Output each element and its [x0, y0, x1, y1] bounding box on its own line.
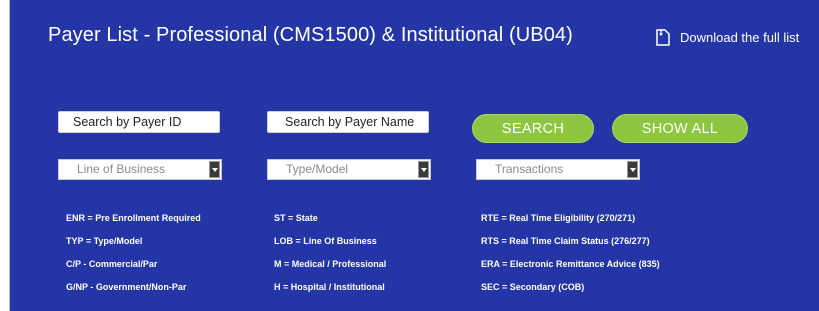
line-of-business-select-value: Line of Business [77, 162, 166, 176]
payer-id-search-input[interactable] [58, 111, 220, 133]
transactions-select-value: Transactions [495, 162, 564, 176]
legend-item: SEC = Secondary (COB) [481, 282, 585, 292]
legend-item: ST = State [274, 213, 318, 223]
transactions-select[interactable]: Transactions [476, 159, 640, 180]
chevron-down-icon[interactable] [627, 161, 638, 178]
legend-column-3: RTE = Real Time Eligibility (270/271) RT… [481, 213, 660, 305]
legend-item: H = Hospital / Institutional [274, 282, 385, 292]
legend-item: G/NP - Government/Non-Par [66, 282, 187, 292]
document-download-icon [656, 28, 670, 46]
show-all-button[interactable]: SHOW ALL [612, 114, 748, 143]
chevron-down-icon[interactable] [418, 161, 429, 178]
type-model-select[interactable]: Type/Model [267, 159, 431, 180]
legend-item: ERA = Electronic Remittance Advice (835) [481, 259, 660, 269]
legend-item: RTS = Real Time Claim Status (276/277) [481, 236, 650, 246]
legend-item: C/P - Commercial/Par [66, 259, 158, 269]
download-full-list-label: Download the full list [680, 29, 800, 45]
legend-item: M = Medical / Professional [274, 259, 387, 269]
search-button[interactable]: SEARCH [472, 114, 594, 143]
legend-column-1: ENR = Pre Enrollment Required TYP = Type… [66, 213, 201, 305]
payer-name-search-input[interactable] [267, 111, 429, 133]
payer-list-panel: Payer List - Professional (CMS1500) & In… [9, 0, 819, 311]
legend-item: RTE = Real Time Eligibility (270/271) [481, 213, 636, 223]
legend-column-2: ST = State LOB = Line Of Business M = Me… [274, 213, 386, 305]
legend-item: LOB = Line Of Business [274, 236, 377, 246]
legend-item: TYP = Type/Model [66, 236, 143, 246]
chevron-down-icon[interactable] [209, 161, 220, 178]
legend-item: ENR = Pre Enrollment Required [66, 213, 201, 223]
line-of-business-select[interactable]: Line of Business [58, 159, 222, 180]
download-full-list-link[interactable]: Download the full list [656, 28, 799, 46]
type-model-select-value: Type/Model [286, 162, 349, 176]
page-title: Payer List - Professional (CMS1500) & In… [48, 24, 573, 46]
